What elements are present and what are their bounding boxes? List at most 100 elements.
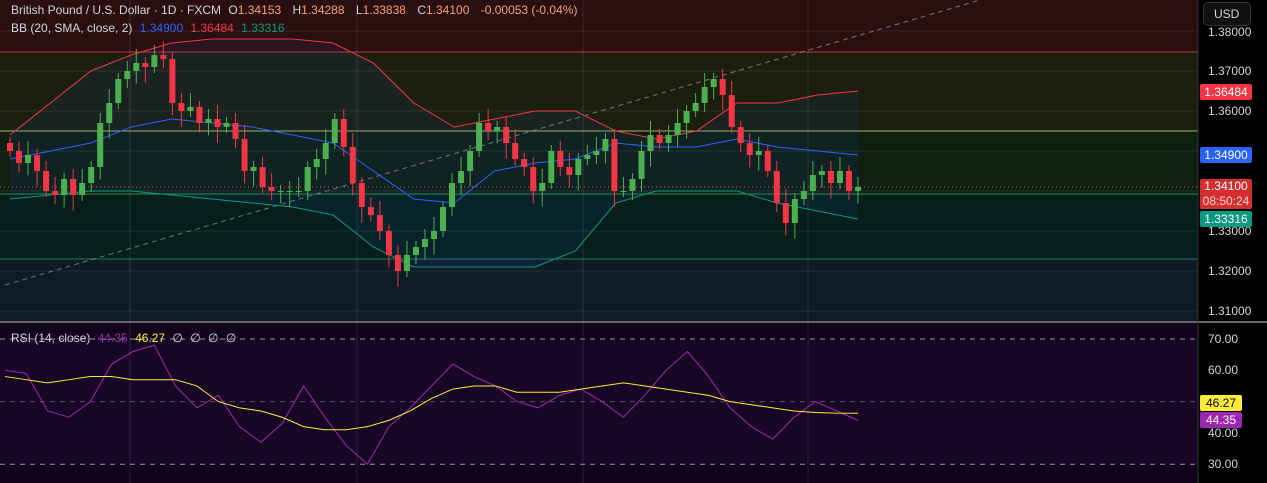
bb-basis-tag: 1.34900	[1200, 147, 1252, 163]
rsi-tag: 44.35	[1200, 412, 1242, 428]
candle-body	[746, 143, 753, 155]
candle-body	[349, 147, 356, 183]
candle-body	[61, 179, 68, 195]
candle-body	[178, 103, 185, 111]
candle-body	[566, 167, 573, 175]
candle-body	[385, 231, 392, 255]
candle-body	[674, 123, 681, 135]
candle-body	[277, 191, 284, 192]
candle-body	[304, 167, 311, 191]
candle-body	[115, 79, 122, 103]
candle-body	[593, 151, 600, 155]
rsi-extra: ∅	[208, 331, 219, 345]
candle-body	[791, 199, 798, 223]
candle-body	[403, 255, 410, 271]
bar-countdown: 08:50:24	[1202, 194, 1250, 208]
change-value: -0.00053 (-0.04%)	[480, 3, 578, 17]
price-tick: 1.38000	[1208, 25, 1252, 39]
candle-body	[521, 159, 528, 167]
rsi-label: RSI (14, close)	[11, 331, 91, 345]
candle-body	[719, 79, 726, 95]
price-tick: 1.32000	[1208, 264, 1252, 278]
chart-canvas[interactable]	[0, 0, 1267, 483]
price-tick: 1.37000	[1208, 64, 1252, 78]
candle-body	[16, 151, 23, 163]
candle-body	[755, 151, 762, 155]
high-label: H	[292, 3, 302, 17]
bb-upper-tag: 1.36484	[1200, 84, 1252, 100]
candle-body	[782, 203, 789, 223]
candle-body	[151, 55, 158, 67]
low-value: 1.33838	[362, 3, 406, 17]
candle-body	[557, 151, 564, 167]
candle-body	[142, 63, 149, 67]
candle-body	[692, 103, 699, 111]
price-tick: 1.36000	[1208, 104, 1252, 118]
candle-body	[133, 63, 140, 71]
candle-body	[106, 103, 113, 123]
high-value: 1.34288	[301, 3, 345, 17]
candle-body	[70, 179, 77, 195]
candle-body	[530, 167, 537, 191]
candle-body	[845, 171, 852, 191]
candle-body	[476, 123, 483, 151]
rsi-band	[0, 339, 1198, 465]
candle-body	[737, 127, 744, 143]
candle-body	[358, 183, 365, 207]
candle-body	[548, 151, 555, 183]
candle-body	[223, 123, 230, 127]
candle-body	[764, 151, 771, 171]
rsi-tick: 70.00	[1208, 332, 1239, 346]
candle-body	[259, 167, 266, 187]
candle-body	[376, 215, 383, 231]
price-tick: 1.31000	[1208, 304, 1252, 318]
candle-body	[855, 187, 861, 191]
bb-legend[interactable]: BB (20, SMA, close, 2) 1.34900 1.36484 1…	[11, 21, 289, 35]
candle-body	[286, 191, 293, 192]
candle-body	[412, 247, 419, 255]
candle-body	[611, 139, 618, 191]
candle-body	[97, 123, 104, 167]
symbol-legend: British Pound / U.S. Dollar · 1D · FXCM …	[11, 3, 581, 17]
symbol-title: British Pound / U.S. Dollar · 1D · FXCM	[11, 3, 222, 17]
rsi-extra: ∅	[190, 331, 201, 345]
candle-body	[665, 135, 672, 143]
last-price-tag: 1.34100 08:50:24	[1200, 179, 1252, 209]
candle-body	[187, 107, 194, 111]
candle-body	[79, 183, 86, 195]
candle-body	[809, 175, 816, 191]
open-value: 1.34153	[237, 3, 282, 17]
bb-upper-value: 1.36484	[190, 21, 234, 35]
candle-body	[620, 191, 627, 192]
candle-body	[367, 207, 374, 215]
candle-body	[701, 87, 708, 103]
low-label: L	[355, 3, 363, 17]
candle-body	[602, 139, 609, 151]
rsi-ma-value: 46.27	[135, 331, 166, 345]
candle-body	[421, 239, 428, 247]
candle-body	[818, 171, 825, 175]
zone-4	[0, 259, 1198, 321]
candle-body	[467, 151, 474, 171]
rsi-legend[interactable]: RSI (14, close) 44.35 46.27 ∅ ∅ ∅ ∅	[11, 331, 240, 345]
candle-body	[647, 135, 654, 151]
candle-body	[340, 119, 347, 147]
candle-body	[268, 187, 275, 191]
candle-body	[494, 127, 501, 131]
candle-body	[196, 107, 203, 123]
candle-body	[575, 159, 582, 175]
candle-body	[827, 171, 834, 183]
rsi-ma-tag: 46.27	[1200, 395, 1242, 411]
rsi-extra: ∅	[172, 331, 183, 345]
candle-body	[836, 171, 843, 183]
candle-body	[539, 183, 546, 191]
currency-button[interactable]: USD	[1203, 2, 1251, 26]
rsi-extra: ∅	[225, 331, 237, 345]
candle-body	[52, 191, 59, 195]
candle-body	[295, 191, 302, 192]
close-label: C	[417, 3, 426, 17]
rsi-tick: 60.00	[1208, 363, 1239, 377]
bb-lower-tag: 1.33316	[1200, 211, 1252, 227]
candle-body	[322, 143, 329, 159]
candle-body	[331, 119, 338, 143]
